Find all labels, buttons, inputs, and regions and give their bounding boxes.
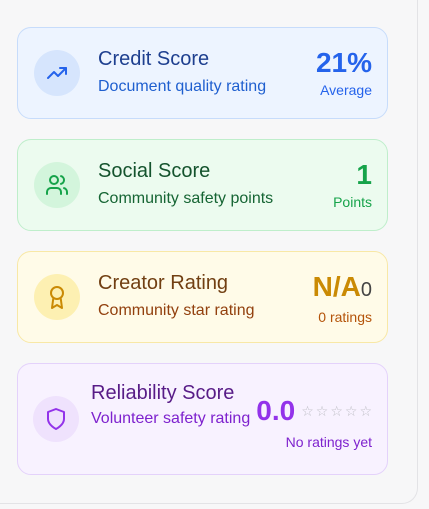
card-title: Social Score bbox=[98, 160, 211, 182]
star-rating: ☆ ☆ ☆ ☆ ☆ bbox=[301, 404, 372, 420]
star-icon: ☆ bbox=[359, 404, 372, 420]
card-subtitle: Volunteer safety rating bbox=[91, 410, 251, 427]
card-subtitle: Community safety points bbox=[98, 190, 274, 207]
score-value: 1 bbox=[356, 159, 372, 190]
score-value: 21% bbox=[315, 47, 372, 78]
card-subtitle: Document quality rating bbox=[98, 78, 267, 95]
score-value: 0.0 bbox=[256, 395, 296, 426]
score-caption: Points bbox=[333, 194, 372, 210]
card-title: Credit Score bbox=[98, 48, 210, 70]
users-icon bbox=[34, 162, 80, 208]
card-title: Creator Rating bbox=[98, 272, 229, 294]
trending-up-icon bbox=[34, 50, 80, 96]
score-caption: Average bbox=[320, 82, 372, 98]
card-title: Reliability Score bbox=[91, 382, 235, 404]
shield-icon bbox=[33, 396, 79, 442]
score-value: N/A0 bbox=[313, 271, 372, 306]
social-score-card: Social Score Community safety points 1 P… bbox=[17, 139, 388, 231]
star-icon: ☆ bbox=[330, 404, 343, 420]
score-caption: 0 ratings bbox=[318, 309, 372, 325]
score-value-row: 0.0 ☆ ☆ ☆ ☆ ☆ bbox=[256, 395, 372, 427]
score-value-suffix: 0 bbox=[360, 279, 372, 301]
award-icon bbox=[34, 274, 80, 320]
star-icon: ☆ bbox=[301, 404, 314, 420]
score-value-text: N/A bbox=[312, 271, 361, 302]
reliability-score-card: Reliability Score Volunteer safety ratin… bbox=[17, 363, 388, 475]
score-caption: No ratings yet bbox=[285, 434, 372, 450]
star-icon: ☆ bbox=[315, 404, 329, 420]
credit-score-card: Credit Score Document quality rating 21%… bbox=[17, 27, 388, 119]
creator-rating-card: Creator Rating Community star rating N/A… bbox=[17, 251, 388, 343]
star-icon: ☆ bbox=[344, 404, 358, 420]
card-subtitle: Community star rating bbox=[98, 302, 255, 319]
